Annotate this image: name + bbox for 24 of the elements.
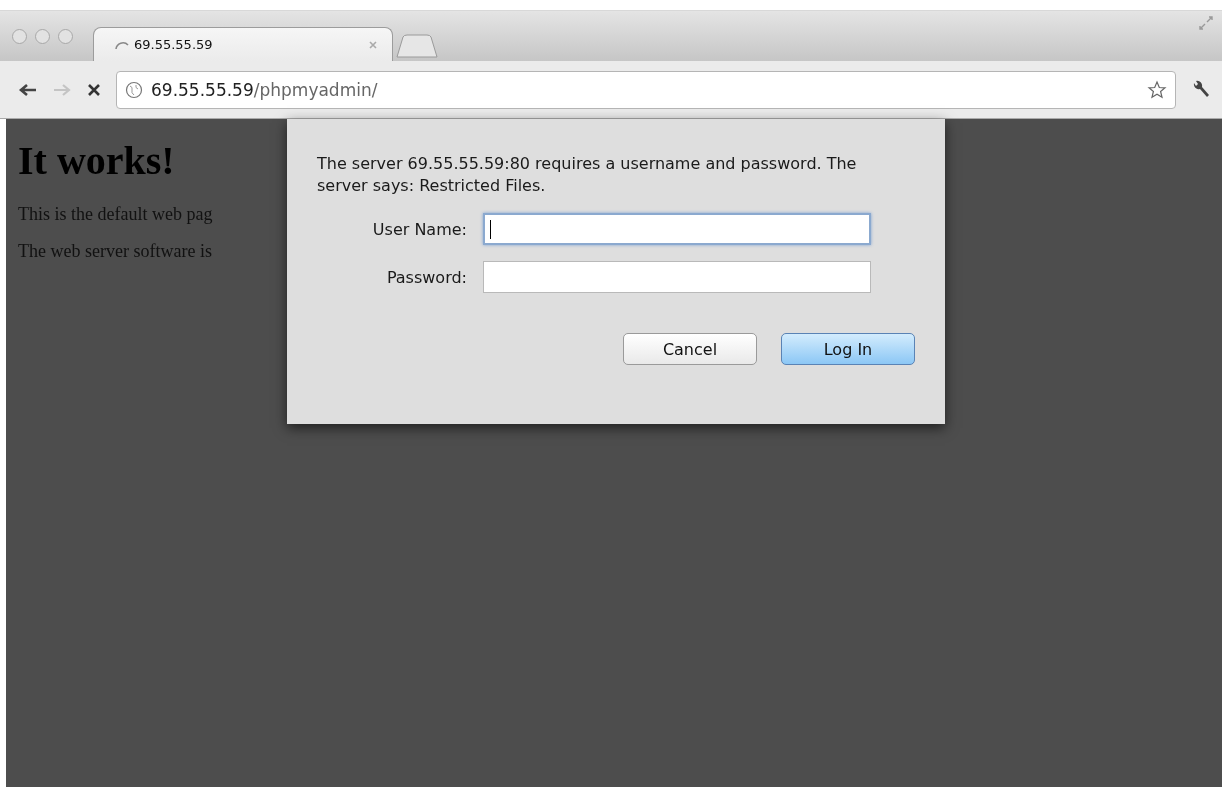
back-arrow-icon[interactable] <box>18 81 38 98</box>
field-label: Password: <box>385 267 467 287</box>
browser-tab[interactable]: 69.55.55.59 <box>93 27 393 61</box>
dialog-button[interactable]: Log In <box>781 333 915 365</box>
window-control-button[interactable] <box>35 28 50 44</box>
tab-title: 69.55.55.59 <box>134 37 214 52</box>
stop-icon[interactable] <box>86 81 102 98</box>
fullscreen-icon[interactable] <box>1198 15 1214 31</box>
field-label: User Name: <box>371 219 467 239</box>
page-paragraph: This is the default web pag <box>18 204 213 225</box>
page-heading: It works! <box>18 137 175 184</box>
page-paragraph: The web server software is <box>18 241 212 262</box>
window-control-button[interactable] <box>58 28 73 44</box>
address-bar[interactable]: 69.55.55.59/phpmyadmin/ <box>116 70 1176 109</box>
url-text: 69.55.55.59/phpmyadmin/ <box>151 79 378 100</box>
star-icon[interactable] <box>1147 79 1167 100</box>
window-control-button[interactable] <box>12 28 27 44</box>
input-field[interactable] <box>483 261 871 293</box>
input-field[interactable] <box>483 213 871 245</box>
dialog-button[interactable]: Cancel <box>623 333 757 365</box>
globe-icon <box>125 80 143 99</box>
dialog-message: The server 69.55.55.59:80 requires a username and password. The server says: Restricted Files. <box>317 153 858 197</box>
close-icon[interactable] <box>368 39 378 50</box>
new-tab-button[interactable] <box>395 33 439 59</box>
